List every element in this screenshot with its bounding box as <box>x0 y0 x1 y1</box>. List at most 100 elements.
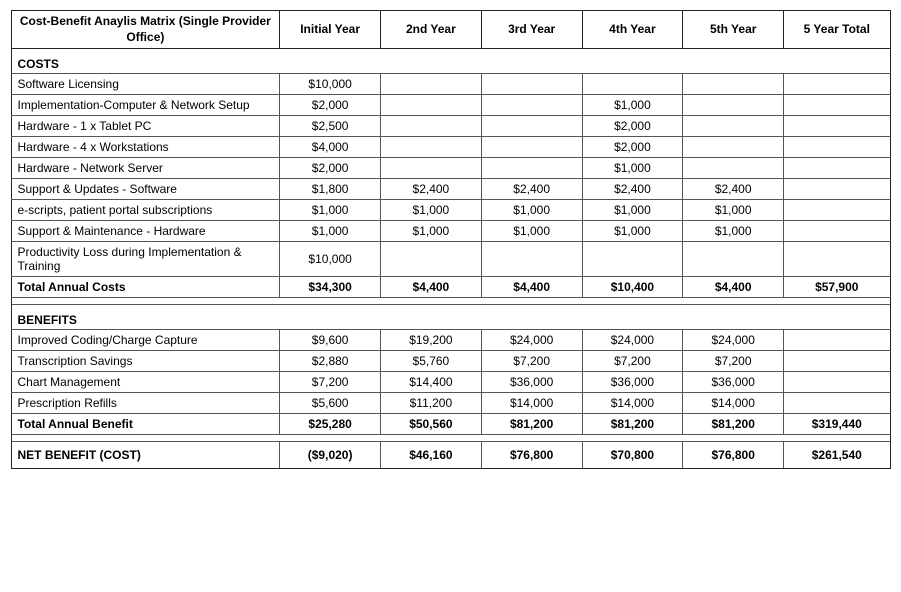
row-value <box>481 242 582 277</box>
row-value: $7,200 <box>280 372 381 393</box>
row-value: $46,160 <box>381 442 482 469</box>
row-label: Prescription Refills <box>11 393 280 414</box>
row-value: $2,400 <box>582 179 683 200</box>
row-value: $2,400 <box>481 179 582 200</box>
row-value: $1,000 <box>381 200 482 221</box>
row-total <box>784 179 890 200</box>
col-header-1: Initial Year <box>280 11 381 49</box>
row-value <box>683 116 784 137</box>
row-value: $4,400 <box>481 277 582 298</box>
row-value <box>481 116 582 137</box>
row-label: Hardware - 1 x Tablet PC <box>11 116 280 137</box>
row-value: $81,200 <box>481 414 582 435</box>
row-total: $57,900 <box>784 277 890 298</box>
row-value <box>381 95 482 116</box>
row-value: $11,200 <box>381 393 482 414</box>
row-value: $10,000 <box>280 74 381 95</box>
row-value <box>381 242 482 277</box>
section-header: COSTS <box>11 49 890 74</box>
row-value: $76,800 <box>683 442 784 469</box>
row-value: $14,000 <box>683 393 784 414</box>
row-value: $14,000 <box>481 393 582 414</box>
row-total <box>784 221 890 242</box>
row-value: $1,000 <box>683 200 784 221</box>
row-label: Total Annual Costs <box>11 277 280 298</box>
row-value: $24,000 <box>582 330 683 351</box>
row-value <box>683 242 784 277</box>
row-label: Hardware - Network Server <box>11 158 280 179</box>
row-value <box>683 158 784 179</box>
row-value: $70,800 <box>582 442 683 469</box>
row-total <box>784 242 890 277</box>
row-total <box>784 351 890 372</box>
spacer <box>11 298 890 305</box>
row-value: $2,880 <box>280 351 381 372</box>
row-value: $2,000 <box>280 158 381 179</box>
row-value: $1,000 <box>582 158 683 179</box>
row-value: $14,000 <box>582 393 683 414</box>
col-header-5: 5th Year <box>683 11 784 49</box>
row-value <box>381 74 482 95</box>
spacer <box>11 435 890 442</box>
row-label: Support & Updates - Software <box>11 179 280 200</box>
row-value: $1,000 <box>280 221 381 242</box>
row-value: $1,000 <box>683 221 784 242</box>
row-value: ($9,020) <box>280 442 381 469</box>
table-title: Cost-Benefit Anaylis Matrix (Single Prov… <box>11 11 280 49</box>
row-label: Chart Management <box>11 372 280 393</box>
row-value <box>481 137 582 158</box>
row-value: $76,800 <box>481 442 582 469</box>
row-total <box>784 330 890 351</box>
row-label: Support & Maintenance - Hardware <box>11 221 280 242</box>
row-value: $34,300 <box>280 277 381 298</box>
row-value: $19,200 <box>381 330 482 351</box>
row-total: $319,440 <box>784 414 890 435</box>
row-value: $5,760 <box>381 351 482 372</box>
row-label: Software Licensing <box>11 74 280 95</box>
row-total <box>784 116 890 137</box>
row-value: $24,000 <box>683 330 784 351</box>
row-label: e-scripts, patient portal subscriptions <box>11 200 280 221</box>
row-value: $36,000 <box>683 372 784 393</box>
row-label: Transcription Savings <box>11 351 280 372</box>
row-total: $261,540 <box>784 442 890 469</box>
row-value: $2,400 <box>683 179 784 200</box>
row-label: Improved Coding/Charge Capture <box>11 330 280 351</box>
row-value: $2,400 <box>381 179 482 200</box>
row-value: $36,000 <box>582 372 683 393</box>
row-value: $1,800 <box>280 179 381 200</box>
row-label: Total Annual Benefit <box>11 414 280 435</box>
row-value <box>481 74 582 95</box>
row-total <box>784 137 890 158</box>
row-total <box>784 372 890 393</box>
row-value: $1,000 <box>582 221 683 242</box>
row-value: $7,200 <box>481 351 582 372</box>
col-header-4: 4th Year <box>582 11 683 49</box>
row-value: $81,200 <box>582 414 683 435</box>
row-label: Hardware - 4 x Workstations <box>11 137 280 158</box>
row-total <box>784 95 890 116</box>
cost-benefit-matrix: Cost-Benefit Anaylis Matrix (Single Prov… <box>11 10 891 469</box>
row-value <box>683 95 784 116</box>
row-value: $50,560 <box>381 414 482 435</box>
row-value: $2,000 <box>582 137 683 158</box>
row-value: $5,600 <box>280 393 381 414</box>
col-header-2: 2nd Year <box>381 11 482 49</box>
row-value: $2,000 <box>280 95 381 116</box>
row-total <box>784 158 890 179</box>
row-value: $1,000 <box>481 200 582 221</box>
row-value <box>381 116 482 137</box>
section-header: BENEFITS <box>11 305 890 330</box>
row-value: $10,400 <box>582 277 683 298</box>
row-value <box>683 137 784 158</box>
row-value: $36,000 <box>481 372 582 393</box>
row-value: $25,280 <box>280 414 381 435</box>
row-value: $4,000 <box>280 137 381 158</box>
row-value: $10,000 <box>280 242 381 277</box>
row-total <box>784 393 890 414</box>
row-label: Implementation-Computer & Network Setup <box>11 95 280 116</box>
row-value: $14,400 <box>381 372 482 393</box>
row-value <box>683 74 784 95</box>
row-value: $9,600 <box>280 330 381 351</box>
row-value: $1,000 <box>582 95 683 116</box>
